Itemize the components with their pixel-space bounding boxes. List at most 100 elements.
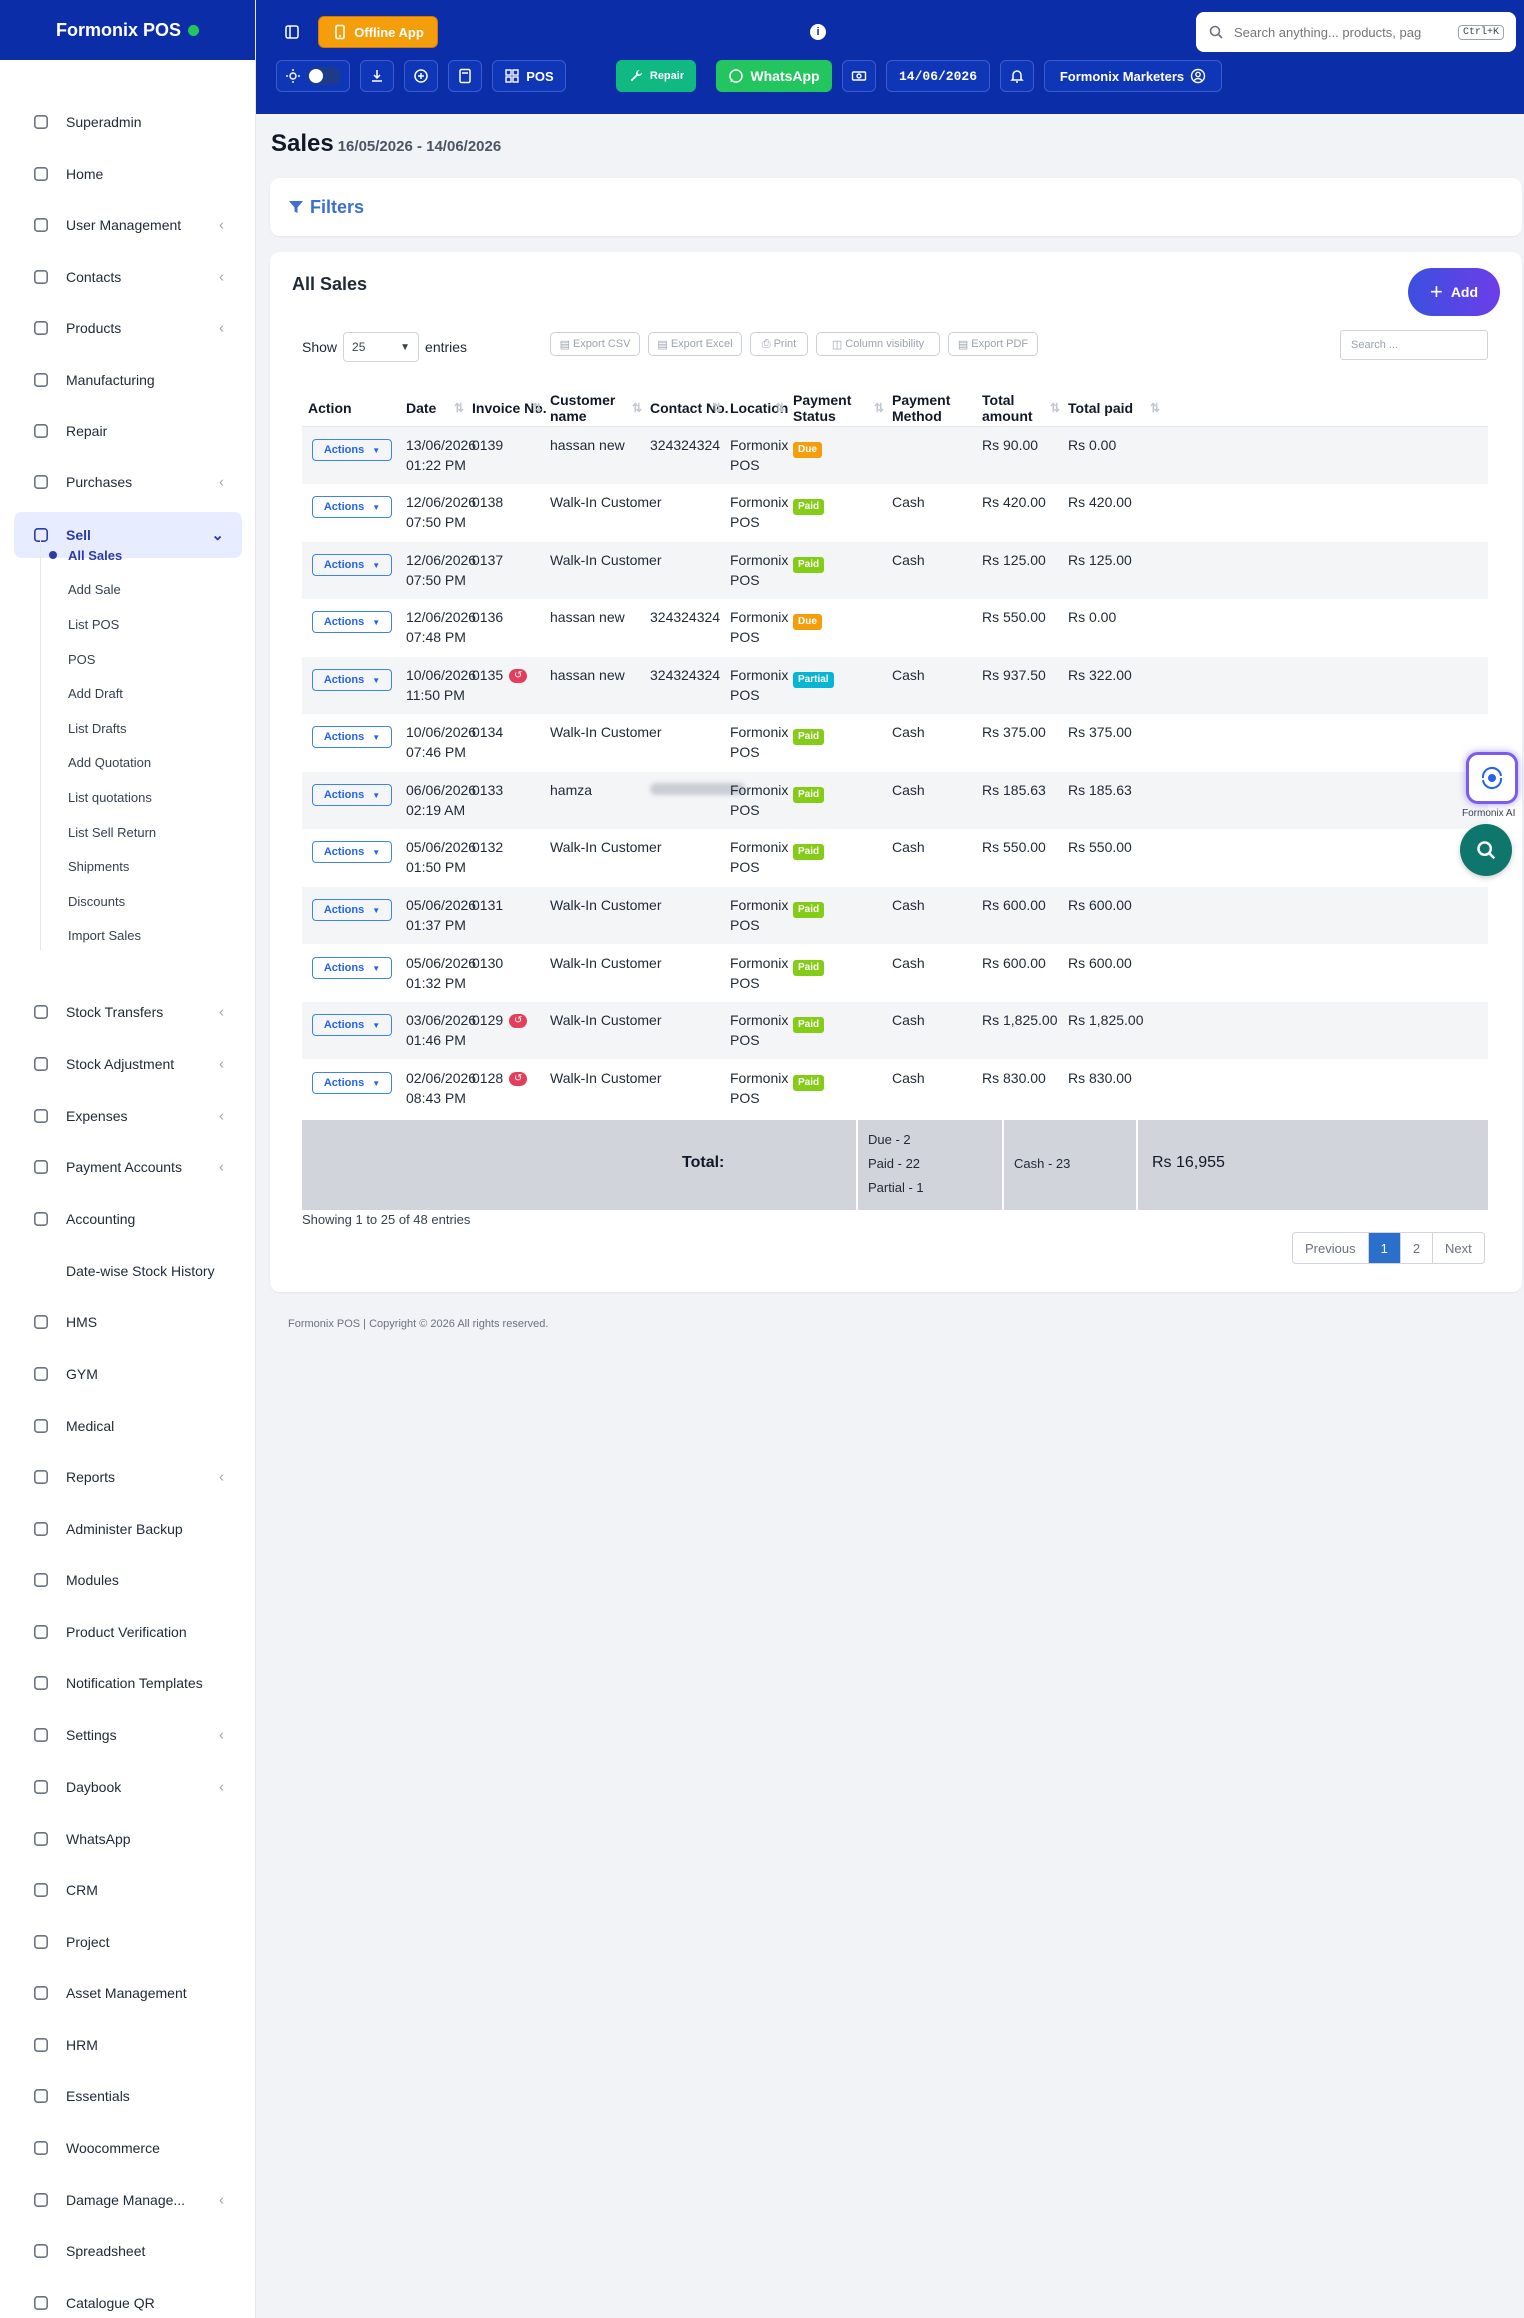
column-header-contact-no[interactable]: Contact No. ⇅ [650, 390, 730, 426]
sidebar-item-crm[interactable]: CRM [0, 1868, 256, 1912]
sidebar-item-modules[interactable]: Modules [0, 1558, 256, 1602]
invoice-number[interactable]: 0138 [472, 494, 503, 510]
payment-status-badge[interactable]: Due [793, 614, 822, 630]
invoice-number[interactable]: 0130 [472, 955, 503, 971]
submenu-item-import-sales[interactable]: Import Sales [68, 928, 141, 943]
payment-status-badge[interactable]: Partial [793, 672, 834, 688]
sidebar-item-sell[interactable]: Sell ⌄ [14, 512, 242, 558]
print-button[interactable]: ⎙ Print [750, 332, 808, 356]
sidebar-item-home[interactable]: Home [0, 152, 256, 196]
submenu-item-add-sale[interactable]: Add Sale [68, 582, 121, 597]
sidebar-item-expenses[interactable]: Expenses ‹ [0, 1094, 256, 1138]
payment-status-badge[interactable]: Paid [793, 729, 825, 745]
sidebar-item-spreadsheet[interactable]: Spreadsheet [0, 2229, 256, 2273]
invoice-number[interactable]: 0129 [472, 1012, 503, 1028]
invoice-number[interactable]: 0131 [472, 897, 503, 913]
submenu-item-discounts[interactable]: Discounts [68, 894, 125, 909]
toggle-switch[interactable] [307, 67, 341, 85]
column-header-location[interactable]: Location ⇅ [730, 390, 793, 426]
repair-button[interactable]: Repair [616, 60, 696, 92]
download-button[interactable] [360, 60, 394, 92]
invoice-number[interactable]: 0137 [472, 552, 503, 568]
payment-status-badge[interactable]: Paid [793, 499, 825, 515]
global-search-input[interactable] [1234, 24, 1448, 40]
submenu-item-add-quotation[interactable]: Add Quotation [68, 755, 151, 770]
sidebar-item-repair[interactable]: Repair [0, 409, 256, 453]
actions-dropdown-button[interactable]: Actions ▼ [312, 957, 392, 979]
sidebar-item-damage-manage[interactable]: Damage Manage... ‹ [0, 2178, 256, 2222]
column-header-date[interactable]: Date ⇅ [406, 390, 472, 426]
offline-app-button[interactable]: Offline App [318, 16, 438, 48]
actions-dropdown-button[interactable]: Actions ▼ [312, 841, 392, 863]
export-csv-button[interactable]: ▤ Export CSV [550, 332, 640, 356]
notifications-button[interactable] [1000, 60, 1034, 92]
payment-status-badge[interactable]: Paid [793, 787, 825, 803]
formonix-ai-button[interactable] [1466, 752, 1518, 804]
invoice-number[interactable]: 0134 [472, 724, 503, 740]
filters-panel[interactable]: Filters [270, 178, 1522, 236]
sidebar-item-asset-management[interactable]: Asset Management [0, 1971, 256, 2015]
column-header-payment-status[interactable]: Payment Status ⇅ [793, 390, 892, 426]
pos-button[interactable]: POS [492, 60, 566, 92]
sidebar-item-medical[interactable]: Medical [0, 1404, 256, 1448]
brand-logo[interactable]: Formonix POS [0, 0, 255, 60]
submenu-item-add-draft[interactable]: Add Draft [68, 686, 123, 701]
search-fab-button[interactable] [1460, 824, 1512, 876]
sidebar-item-date-wise-stock-history[interactable]: Date-wise Stock History [0, 1249, 256, 1293]
invoice-number[interactable]: 0135 [472, 667, 503, 683]
sidebar-item-contacts[interactable]: Contacts ‹ [0, 255, 256, 299]
actions-dropdown-button[interactable]: Actions ▼ [312, 554, 392, 576]
column-header-invoice-no[interactable]: Invoice No. ⇅ [472, 390, 550, 426]
submenu-item-list-drafts[interactable]: List Drafts [68, 721, 127, 736]
page-2-button[interactable]: 2 [1401, 1233, 1434, 1263]
next-page-button[interactable]: Next [1433, 1233, 1484, 1263]
export-excel-button[interactable]: ▤ Export Excel [648, 332, 742, 356]
sidebar-item-manufacturing[interactable]: Manufacturing [0, 358, 256, 402]
submenu-item-list-quotations[interactable]: List quotations [68, 790, 152, 805]
sidebar-item-administer-backup[interactable]: Administer Backup [0, 1507, 256, 1551]
submenu-item-list-pos[interactable]: List POS [68, 617, 119, 632]
business-profile-button[interactable]: Formonix Marketers [1044, 60, 1222, 92]
payment-status-badge[interactable]: Paid [793, 557, 825, 573]
sidebar-item-products[interactable]: Products ‹ [0, 306, 256, 350]
column-visibility-button[interactable]: ◫ Column visibility [816, 332, 940, 356]
previous-page-button[interactable]: Previous [1293, 1233, 1369, 1263]
payment-status-badge[interactable]: Paid [793, 960, 825, 976]
actions-dropdown-button[interactable]: Actions ▼ [312, 669, 392, 691]
actions-dropdown-button[interactable]: Actions ▼ [312, 899, 392, 921]
invoice-number[interactable]: 0136 [472, 609, 503, 625]
info-icon[interactable]: i [810, 24, 826, 40]
sidebar-item-stock-adjustment[interactable]: Stock Adjustment ‹ [0, 1042, 256, 1086]
calculator-button[interactable] [448, 60, 482, 92]
sidebar-item-catalogue-qr[interactable]: Catalogue QR [0, 2281, 256, 2318]
submenu-item-all-sales[interactable]: All Sales [68, 548, 122, 563]
add-circle-button[interactable] [404, 60, 438, 92]
invoice-number[interactable]: 0132 [472, 839, 503, 855]
actions-dropdown-button[interactable]: Actions ▼ [312, 496, 392, 518]
column-header-customer-name[interactable]: Customer name ⇅ [550, 390, 650, 426]
payment-status-badge[interactable]: Paid [793, 844, 825, 860]
camera-button[interactable] [842, 60, 876, 92]
add-sale-button[interactable]: + Add [1408, 268, 1500, 316]
actions-dropdown-button[interactable]: Actions ▼ [312, 1014, 392, 1036]
submenu-item-list-sell-return[interactable]: List Sell Return [68, 825, 156, 840]
sidebar-item-hms[interactable]: HMS [0, 1300, 256, 1344]
sidebar-item-reports[interactable]: Reports ‹ [0, 1455, 256, 1499]
sidebar-item-project[interactable]: Project [0, 1920, 256, 1964]
sidebar-item-product-verification[interactable]: Product Verification [0, 1610, 256, 1654]
sidebar-item-whatsapp[interactable]: WhatsApp [0, 1817, 256, 1861]
payment-status-badge[interactable]: Paid [793, 902, 825, 918]
actions-dropdown-button[interactable]: Actions ▼ [312, 784, 392, 806]
actions-dropdown-button[interactable]: Actions ▼ [312, 726, 392, 748]
entries-select[interactable]: 25 ▼ [343, 332, 420, 362]
column-header-total-paid[interactable]: Total paid ⇅ [1068, 390, 1168, 426]
column-header-total-amount[interactable]: Total amount ⇅ [982, 390, 1068, 426]
sidebar-item-stock-transfers[interactable]: Stock Transfers ‹ [0, 990, 256, 1034]
sidebar-item-settings[interactable]: Settings ‹ [0, 1713, 256, 1757]
actions-dropdown-button[interactable]: Actions ▼ [312, 1072, 392, 1094]
table-search-input[interactable]: Search ... [1340, 330, 1488, 360]
sidebar-item-notification-templates[interactable]: Notification Templates [0, 1661, 256, 1705]
sidebar-item-daybook[interactable]: Daybook ‹ [0, 1765, 256, 1809]
submenu-item-pos[interactable]: POS [68, 652, 95, 667]
sidebar-item-purchases[interactable]: Purchases ‹ [0, 460, 256, 504]
